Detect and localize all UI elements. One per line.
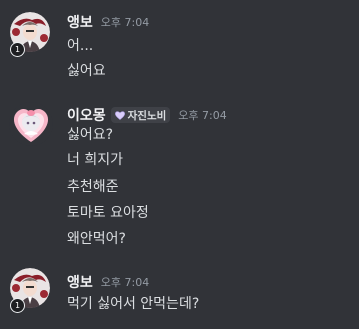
- avatar-status-badge: 1: [10, 298, 25, 313]
- message-text: 왜안먹어?: [67, 231, 126, 247]
- avatar-image: [9, 102, 53, 146]
- timestamp: 오후 7:04: [100, 16, 150, 29]
- heart-icon: [114, 111, 125, 120]
- username[interactable]: 이오몽: [67, 105, 106, 125]
- message-text: 너 희지가: [67, 152, 123, 168]
- message-header: 이오몽 자진노비 오후 7:04: [67, 105, 227, 125]
- role-label: 자진노비: [127, 109, 167, 122]
- username[interactable]: 앵보: [67, 12, 93, 32]
- message-text: 어...: [67, 38, 94, 54]
- timestamp: 오후 7:04: [178, 109, 227, 122]
- timestamp: 오후 7:04: [100, 276, 150, 289]
- avatar-status-badge: 1: [10, 42, 25, 57]
- chat-message-list: 1 앵보 오후 7:04 어... 싫어요 이오몽 자진노비 오후 7:04 싫…: [0, 0, 359, 329]
- message-text: 싫어요?: [67, 127, 114, 143]
- username[interactable]: 앵보: [67, 272, 93, 292]
- avatar[interactable]: [9, 102, 53, 146]
- message-text: 추천해준: [67, 179, 119, 195]
- role-tag[interactable]: 자진노비: [110, 107, 171, 123]
- message-header: 앵보 오후 7:04: [67, 272, 149, 292]
- message-text: 토마토 요아정: [67, 205, 149, 221]
- message-header: 앵보 오후 7:04: [67, 12, 149, 32]
- message-text: 싫어요: [67, 63, 106, 79]
- message-text: 먹기 싫어서 안먹는데?: [67, 296, 200, 312]
